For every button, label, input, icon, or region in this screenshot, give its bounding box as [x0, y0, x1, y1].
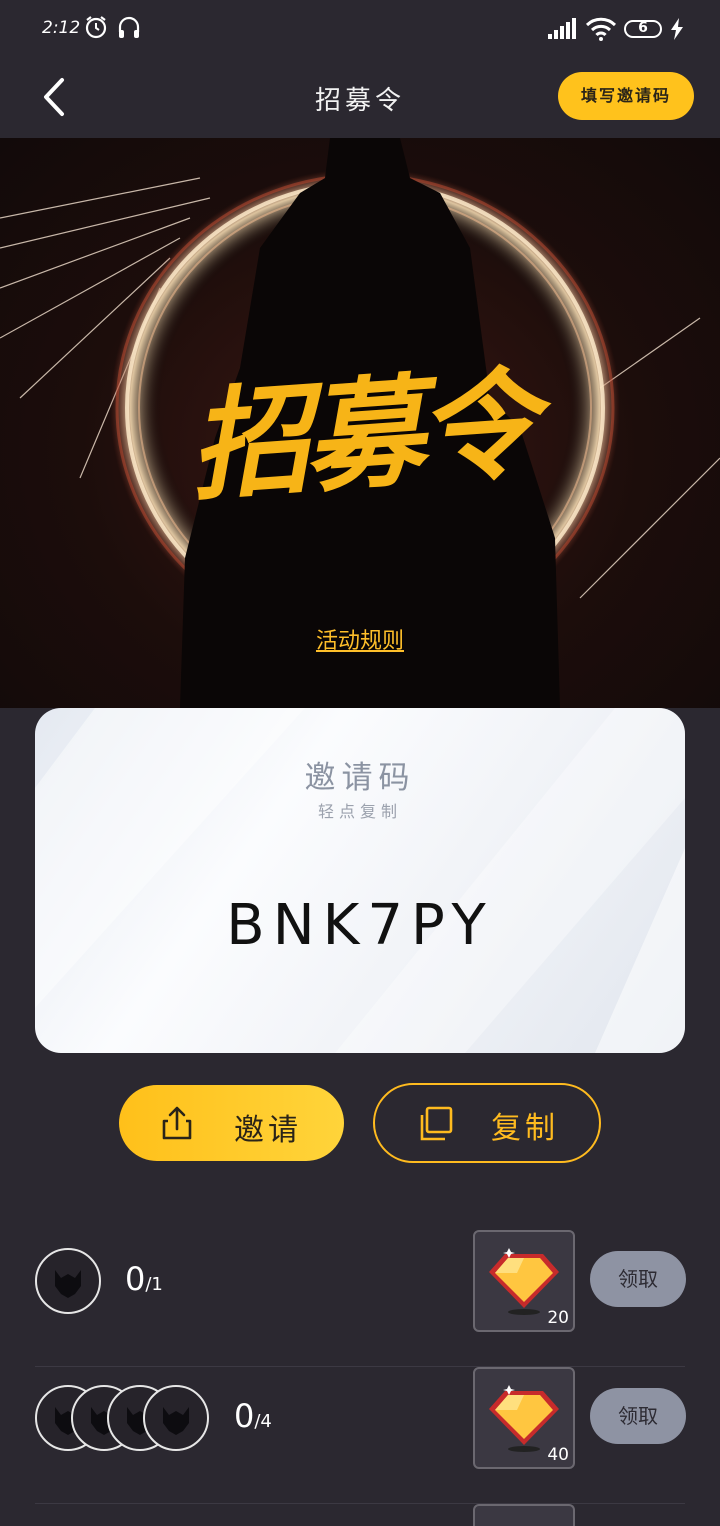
reward-item: 20: [473, 1230, 575, 1332]
invite-progress: 0/1: [125, 1260, 163, 1298]
row-divider: [35, 1503, 685, 1504]
charging-icon: [671, 18, 683, 40]
invite-code-title: 邀请码: [304, 760, 416, 796]
wifi-icon: [585, 17, 617, 41]
reward-row: 0/4 40 领取: [35, 1367, 686, 1504]
reward-amount: 40: [547, 1445, 569, 1465]
progress-target: /1: [145, 1274, 163, 1295]
signal-icon: [548, 18, 576, 39]
avatar: [35, 1248, 101, 1314]
progress-count: 0: [125, 1260, 146, 1298]
battery-icon: 6: [624, 20, 662, 38]
invite-button-label: 邀请: [234, 1113, 302, 1148]
status-time: 2:12: [42, 18, 81, 38]
activity-rules-link[interactable]: 活动规则: [0, 623, 720, 655]
copy-icon: [420, 1106, 453, 1141]
copy-button-label: 复制: [491, 1111, 559, 1146]
invite-progress: 0/4: [234, 1397, 272, 1435]
reward-row: 0/1 20 领取: [35, 1230, 686, 1367]
invite-code-value[interactable]: BNK7PY: [35, 893, 685, 958]
reward-amount: 20: [547, 1308, 569, 1328]
enter-invite-code-button[interactable]: 填写邀请码: [558, 72, 694, 120]
reward-item: 40: [473, 1367, 575, 1469]
headphones-icon: [118, 16, 140, 38]
alarm-icon: [85, 16, 107, 39]
battery-level: 6: [638, 20, 648, 36]
wolf-avatar-icon: [55, 1270, 81, 1298]
invite-button[interactable]: 邀请: [119, 1085, 344, 1161]
claim-button[interactable]: 领取: [590, 1388, 686, 1444]
claim-button[interactable]: 领取: [590, 1251, 686, 1307]
progress-count: 0: [234, 1397, 255, 1435]
progress-target: /4: [254, 1411, 272, 1432]
status-bar: 2:12 6: [0, 0, 720, 60]
tap-to-copy-hint: 轻点复制: [317, 802, 402, 821]
share-icon: [162, 1106, 192, 1140]
wolf-avatar-icon: [163, 1407, 189, 1435]
invite-code-card[interactable]: 邀请码 轻点复制 BNK7PY: [35, 708, 685, 1053]
avatar: [143, 1385, 209, 1451]
navigation-bar: 招募令 填写邀请码: [0, 60, 720, 138]
reward-item-partial: [473, 1504, 575, 1526]
gem-icon: [489, 1248, 559, 1315]
copy-button[interactable]: 复制: [373, 1083, 601, 1163]
hero-banner: 招募令 活动规则: [0, 138, 720, 708]
gem-icon: [489, 1385, 559, 1452]
